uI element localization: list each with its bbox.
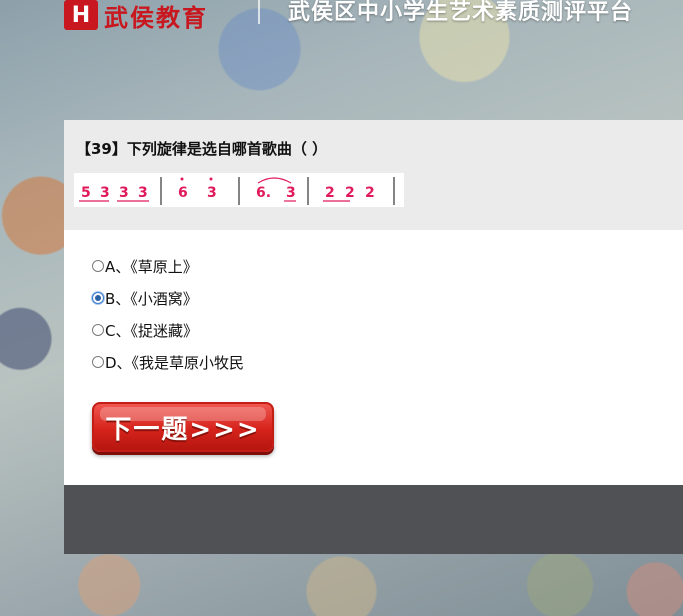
option-d[interactable]: D、《我是草原小牧民 bbox=[92, 351, 244, 373]
next-question-button[interactable]: 下一题>>> bbox=[92, 402, 274, 452]
score-octave-dot bbox=[209, 177, 213, 181]
radio-option-b[interactable] bbox=[92, 292, 104, 304]
logo: H 武侯教育 bbox=[64, 0, 208, 32]
score-note: 3 bbox=[207, 185, 217, 201]
platform-title: 武侯区中小学生艺术素质测评平台 bbox=[288, 0, 634, 25]
option-c[interactable]: C、《捉迷藏》 bbox=[92, 319, 198, 341]
option-a-label: A、《草原上》 bbox=[105, 257, 198, 276]
score-note: 2 bbox=[345, 185, 355, 201]
question-text: 【39】下列旋律是选自哪首歌曲（ ） bbox=[76, 140, 328, 158]
score-note: 3 bbox=[119, 185, 129, 201]
melody-score-svg: 5 3 3 3 6 3 6. 3 2 2 2 bbox=[79, 177, 395, 205]
header-divider bbox=[258, 0, 260, 24]
radio-option-c[interactable] bbox=[92, 324, 104, 336]
logo-mark-icon: H bbox=[64, 0, 98, 30]
score-note: 2 bbox=[325, 185, 335, 201]
score-note: 2 bbox=[365, 185, 375, 201]
option-b[interactable]: B、《小酒窝》 bbox=[92, 287, 198, 309]
option-b-label: B、《小酒窝》 bbox=[105, 289, 198, 308]
radio-option-a[interactable] bbox=[92, 260, 104, 272]
score-note: 3 bbox=[100, 185, 110, 201]
score-note: 3 bbox=[286, 185, 296, 201]
melody-score: 5 3 3 3 6 3 6. 3 2 2 2 bbox=[74, 173, 404, 207]
score-tie bbox=[257, 177, 292, 184]
logo-text: 武侯教育 bbox=[104, 2, 208, 32]
score-octave-dot bbox=[180, 177, 184, 181]
option-c-label: C、《捉迷藏》 bbox=[105, 321, 198, 340]
question-panel: 【39】下列旋律是选自哪首歌曲（ ） 5 3 3 3 6 3 6. 3 2 2 2 A、《草原上》 … bbox=[64, 120, 683, 554]
option-d-label: D、《我是草原小牧民 bbox=[105, 353, 245, 372]
score-note: 6 bbox=[178, 185, 188, 201]
options-box: A、《草原上》 B、《小酒窝》 C、《捉迷藏》 D、《我是草原小牧民 下一题>>… bbox=[64, 230, 683, 485]
score-note: 3 bbox=[138, 185, 148, 201]
score-note: 5 bbox=[81, 185, 91, 201]
question-box: 【39】下列旋律是选自哪首歌曲（ ） 5 3 3 3 6 3 6. 3 2 2 2 bbox=[64, 120, 683, 230]
option-a[interactable]: A、《草原上》 bbox=[92, 255, 198, 277]
score-note: 6. bbox=[256, 185, 271, 201]
radio-option-d[interactable] bbox=[92, 356, 104, 368]
footer-bar bbox=[64, 485, 683, 554]
header: H 武侯教育 武侯区中小学生艺术素质测评平台 bbox=[0, 0, 683, 40]
